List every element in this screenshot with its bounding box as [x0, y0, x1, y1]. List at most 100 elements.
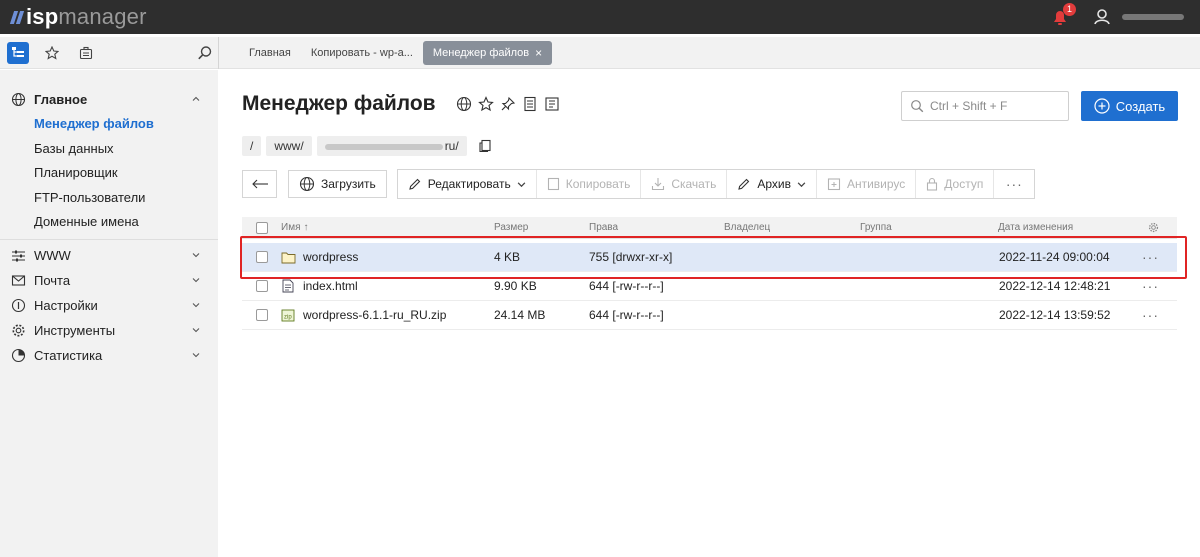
file-table: Имя ↑ Размер Права Владелец Группа Дата и…: [242, 217, 1177, 330]
logo-manager-text: manager: [58, 4, 147, 29]
page-title: Менеджер файлов: [242, 92, 436, 115]
antivirus-button[interactable]: Антивирус: [816, 170, 917, 198]
row-checkbox[interactable]: [256, 251, 268, 263]
user-name-blurred[interactable]: [1122, 14, 1184, 20]
pencil-icon: [738, 178, 750, 190]
path-domain-suffix: ru/: [444, 139, 459, 153]
sidebar-section-stats[interactable]: Статистика: [0, 343, 218, 368]
logo[interactable]: ispmanager: [9, 0, 147, 34]
briefcase-icon: [79, 46, 93, 60]
create-button[interactable]: Создать: [1081, 91, 1178, 121]
file-name[interactable]: index.html: [303, 272, 358, 300]
access-button-label: Доступ: [944, 177, 984, 191]
sidebar-item-file-manager[interactable]: Менеджер файлов: [0, 112, 218, 137]
notifications-button[interactable]: 1: [1050, 3, 1076, 27]
archive-button[interactable]: Архив: [727, 170, 817, 198]
tab-file-manager[interactable]: Менеджер файлов ×: [422, 41, 553, 65]
archive-button-label: Архив: [757, 177, 791, 191]
dashboard-button[interactable]: [75, 42, 97, 64]
sidebar-section-main[interactable]: Главное: [0, 87, 218, 112]
download-button-label: Скачать: [671, 177, 717, 191]
column-group-header[interactable]: Группа: [860, 217, 892, 238]
star-icon[interactable]: [477, 96, 494, 112]
search-field[interactable]: [901, 91, 1069, 121]
back-button[interactable]: [242, 170, 277, 198]
row-checkbox[interactable]: [256, 280, 268, 292]
sidebar-divider: [0, 238, 218, 240]
top-bar: ispmanager 1: [0, 0, 1200, 34]
search-icon: [198, 46, 212, 60]
column-owner-header[interactable]: Владелец: [724, 217, 770, 238]
more-icon: ···: [1005, 176, 1023, 192]
column-name-label: Имя: [281, 222, 301, 233]
upload-button-label: Загрузить: [321, 177, 376, 191]
copy-path-icon[interactable]: [478, 139, 492, 153]
sidebar-section-mail[interactable]: Почта: [0, 268, 218, 293]
file-modified: 2022-12-14 13:59:52: [999, 308, 1111, 322]
logo-mark-icon: [9, 10, 25, 24]
row-menu-icon[interactable]: ···: [1142, 249, 1159, 265]
path-domain[interactable]: ru/: [316, 136, 467, 156]
tab-copy[interactable]: Копировать - wp-a...: [301, 41, 423, 65]
access-button[interactable]: Доступ: [916, 170, 995, 198]
sidebar-section-www-label: WWW: [34, 247, 71, 263]
breadcrumb: / www/ ru/: [242, 136, 492, 156]
arrow-left-icon: [251, 179, 268, 189]
file-name[interactable]: wordpress: [303, 243, 358, 271]
column-modified-header[interactable]: Дата изменения: [998, 217, 1073, 238]
export-icon[interactable]: [544, 96, 560, 112]
menu-tree-button[interactable]: [7, 42, 29, 64]
select-all-checkbox[interactable]: [256, 221, 268, 234]
copy-button[interactable]: Копировать: [536, 170, 642, 198]
more-actions-button[interactable]: ···: [994, 170, 1035, 198]
sidebar-item-ftp-users[interactable]: FTP-пользователи: [0, 186, 218, 211]
favorites-button[interactable]: [41, 42, 63, 64]
pencil-icon: [409, 178, 421, 190]
globe-icon: [11, 92, 26, 107]
row-menu-icon[interactable]: ···: [1142, 307, 1159, 323]
sort-up-icon: ↑: [303, 222, 309, 233]
table-row[interactable]: zip wordpress-6.1.1-ru_RU.zip 24.14 MB 6…: [242, 301, 1177, 330]
path-www[interactable]: www/: [266, 136, 312, 156]
chevron-down-icon: [517, 181, 526, 187]
sidebar-section-settings-label: Настройки: [34, 297, 98, 313]
path-root[interactable]: /: [242, 136, 262, 156]
close-icon[interactable]: ×: [535, 41, 542, 65]
chevron-down-icon: [192, 327, 200, 332]
file-size: 24.14 MB: [494, 308, 546, 322]
file-name[interactable]: wordpress-6.1.1-ru_RU.zip: [303, 301, 446, 329]
file-icon: [282, 279, 294, 293]
folder-icon: [281, 252, 296, 263]
row-checkbox[interactable]: [256, 309, 268, 321]
sidebar-section-tools[interactable]: Инструменты: [0, 318, 218, 343]
column-name-header[interactable]: Имя ↑: [281, 217, 308, 238]
chevron-down-icon: [192, 352, 200, 357]
gear-icon: [1148, 222, 1159, 233]
file-rights: 755 [drwxr-xr-x]: [589, 250, 673, 264]
edit-button-label: Редактировать: [427, 177, 511, 191]
menu-search-button[interactable]: [194, 42, 216, 64]
download-button[interactable]: Скачать: [641, 170, 728, 198]
user-menu-button[interactable]: [1092, 7, 1112, 27]
sidebar-item-domains[interactable]: Доменные имена: [0, 210, 218, 235]
settings-icon: [11, 298, 26, 312]
upload-button[interactable]: Загрузить: [288, 170, 387, 198]
sidebar-item-scheduler[interactable]: Планировщик: [0, 161, 218, 186]
table-row[interactable]: wordpress 4 KB 755 [drwxr-xr-x] 2022-11-…: [242, 243, 1177, 272]
sidebar-section-settings[interactable]: Настройки: [0, 293, 218, 318]
sidebar-section-www[interactable]: WWW: [0, 243, 218, 268]
search-input[interactable]: [930, 99, 1060, 113]
column-settings-button[interactable]: [1148, 217, 1159, 238]
globe-icon[interactable]: [456, 96, 472, 112]
column-rights-header[interactable]: Права: [589, 217, 618, 238]
row-menu-icon[interactable]: ···: [1142, 278, 1159, 294]
pin-icon[interactable]: [500, 96, 516, 112]
notification-badge: 1: [1063, 3, 1076, 16]
toolbar: Загрузить Редактировать Копировать Скача…: [242, 169, 1036, 199]
document-icon[interactable]: [522, 96, 538, 112]
column-size-header[interactable]: Размер: [494, 217, 528, 238]
table-row[interactable]: index.html 9.90 KB 644 [-rw-r--r--] 2022…: [242, 272, 1177, 301]
tab-home[interactable]: Главная: [239, 41, 301, 65]
sidebar-item-databases[interactable]: Базы данных: [0, 137, 218, 162]
edit-button[interactable]: Редактировать: [397, 170, 537, 198]
